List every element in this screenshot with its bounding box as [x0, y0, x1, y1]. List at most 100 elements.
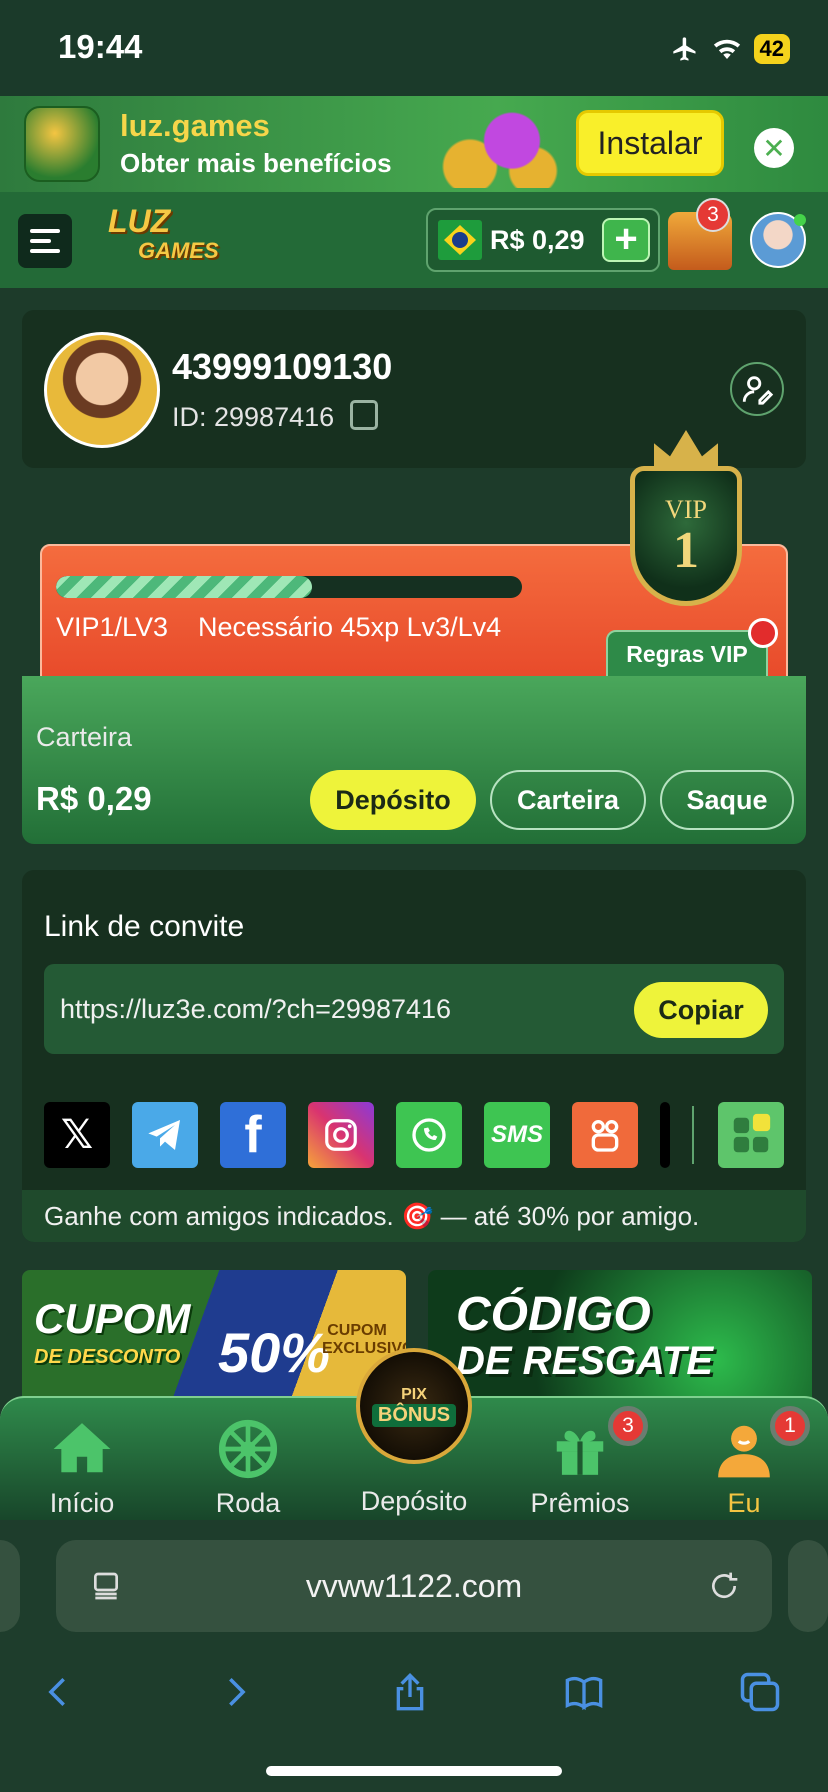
kwai-icon[interactable] — [572, 1102, 638, 1168]
vip-progress-bar — [56, 576, 522, 598]
add-funds-button[interactable]: + — [602, 218, 650, 262]
promo-redeem-title-2: DE RESGATE — [456, 1339, 714, 1383]
vip-badge: VIP 1 — [624, 424, 748, 620]
instagram-icon[interactable] — [308, 1102, 374, 1168]
back-button[interactable] — [28, 1662, 88, 1722]
home-icon — [53, 1423, 111, 1473]
deposit-button[interactable]: Depósito — [310, 770, 476, 830]
home-indicator — [266, 1766, 562, 1776]
promo-coupon-title-1: CUPOM — [34, 1295, 191, 1342]
next-tab[interactable] — [788, 1540, 828, 1632]
vip-progress-fill — [56, 576, 313, 598]
install-button[interactable]: Instalar — [576, 110, 724, 176]
treasure-chest-icon[interactable]: 3 — [668, 198, 732, 270]
edit-profile-button[interactable] — [730, 362, 784, 416]
previous-tab[interactable] — [0, 1540, 20, 1632]
promo-redeem-title-1: CÓDIGO — [456, 1288, 651, 1341]
reload-icon[interactable] — [708, 1570, 740, 1602]
status-icons: 42 — [670, 34, 790, 64]
nav-me-label: Eu — [727, 1488, 761, 1518]
withdraw-button[interactable]: Saque — [660, 770, 794, 830]
bookmarks-button[interactable] — [554, 1662, 614, 1722]
menu-icon-line — [30, 249, 60, 253]
forward-button[interactable] — [206, 1662, 266, 1722]
app-logo — [24, 106, 100, 182]
x-twitter-icon[interactable]: 𝕏 — [44, 1102, 110, 1168]
nav-home-label: Início — [49, 1488, 115, 1518]
pix-label: PIX — [401, 1385, 427, 1403]
vip-badge-title: VIP — [665, 495, 707, 524]
nav-deposit-label: Depósito — [360, 1486, 468, 1516]
app-header: LUZ GAMES R$ 0,29 + 3 — [0, 192, 828, 288]
address-bar[interactable]: vvww1122.com — [56, 1540, 772, 1632]
vip-level: VIP1/LV3 — [56, 612, 169, 642]
promo-redeem-title: CÓDIGO DE RESGATE — [456, 1288, 714, 1384]
install-subtitle: Obter mais benefícios — [120, 148, 392, 178]
pix-bonus-deposit-button[interactable]: PIX BÔNUS — [356, 1348, 472, 1464]
share-divider — [692, 1106, 694, 1164]
battery-indicator: 42 — [753, 34, 790, 64]
wallet-card: Carteira R$ 0,29 Depósito Carteira Saque — [22, 676, 806, 844]
facebook-icon[interactable]: f — [220, 1102, 286, 1168]
wallet-amount: R$ 0,29 — [36, 780, 152, 817]
online-status-dot — [794, 214, 806, 226]
tabs-icon — [740, 1672, 780, 1712]
nav-home[interactable]: Início — [12, 1418, 152, 1519]
whatsapp-icon[interactable] — [396, 1102, 462, 1168]
telegram-icon[interactable] — [132, 1102, 198, 1168]
user-edit-icon — [742, 376, 774, 405]
share-button[interactable] — [380, 1662, 440, 1722]
tabs-button[interactable] — [730, 1662, 790, 1722]
gift-icon — [556, 1430, 604, 1475]
copy-link-button[interactable]: Copiar — [634, 982, 768, 1038]
chest-badge: 3 — [696, 198, 730, 232]
vip-shield-icon: VIP 1 — [630, 466, 742, 606]
url-text: vvww1122.com — [305, 1568, 523, 1604]
close-icon: ✕ — [762, 132, 786, 164]
prizes-badge: 3 — [608, 1406, 648, 1446]
close-banner-button[interactable]: ✕ — [754, 128, 794, 168]
logo-text-games: GAMES — [138, 238, 219, 263]
vip-needed-xp: Necessário 45xp Lv3/Lv4 — [198, 612, 502, 642]
invite-footer: Ganhe com amigos indicados. 🎯 — até 30% … — [22, 1190, 806, 1242]
bonus-label: BÔNUS — [371, 1403, 457, 1427]
menu-button[interactable] — [18, 214, 72, 268]
chevron-right-icon — [229, 1677, 246, 1707]
promo-coupon-percent: 50% — [218, 1321, 331, 1384]
apps-grid-icon[interactable] — [718, 1102, 784, 1168]
vip-rules-button[interactable]: Regras VIP — [606, 630, 768, 678]
header-balance-amount: R$ 0,29 — [490, 224, 585, 255]
wallet-label: Carteira — [36, 722, 133, 752]
me-badge: 1 — [770, 1406, 810, 1446]
book-icon — [565, 1676, 603, 1711]
promo-coupon-exclusive: CUPOM EXCLUSIVO — [322, 1322, 406, 1357]
invite-card: Link de convite https://luz3e.com/?ch=29… — [22, 870, 806, 1242]
wallet-button[interactable]: Carteira — [490, 770, 646, 830]
user-id: ID: 29987416 — [172, 402, 335, 432]
logo-text-luz: LUZ — [108, 203, 171, 239]
menu-icon — [30, 229, 60, 233]
more-share-icon[interactable] — [660, 1102, 670, 1168]
header-balance[interactable]: R$ 0,29 + — [426, 208, 660, 272]
notification-dot — [748, 618, 778, 648]
promo-coupon-title-2: DE DESCONTO — [34, 1346, 181, 1368]
browser-chrome: vvww1122.com — [0, 1520, 828, 1792]
gift-illustration — [428, 102, 568, 188]
invite-title: Link de convite — [44, 910, 245, 943]
header-logo[interactable]: LUZ GAMES — [108, 203, 238, 272]
wheel-icon — [218, 1419, 278, 1479]
menu-icon-line — [30, 239, 51, 243]
header-avatar[interactable] — [750, 212, 806, 268]
username: 43999109130 — [172, 346, 393, 387]
nav-prizes-label: Prêmios — [530, 1488, 630, 1518]
promo-coupon-title: CUPOM DE DESCONTO — [34, 1295, 191, 1376]
avatar[interactable] — [44, 332, 160, 448]
status-time: 19:44 — [58, 28, 143, 65]
copy-icon[interactable] — [350, 400, 378, 430]
airplane-icon — [672, 37, 696, 61]
sms-icon[interactable]: SMS — [484, 1102, 550, 1168]
vip-badge-level: 1 — [673, 522, 699, 579]
user-icon — [718, 1425, 770, 1478]
nav-wheel[interactable]: Roda — [178, 1418, 318, 1519]
wifi-icon — [713, 39, 740, 59]
